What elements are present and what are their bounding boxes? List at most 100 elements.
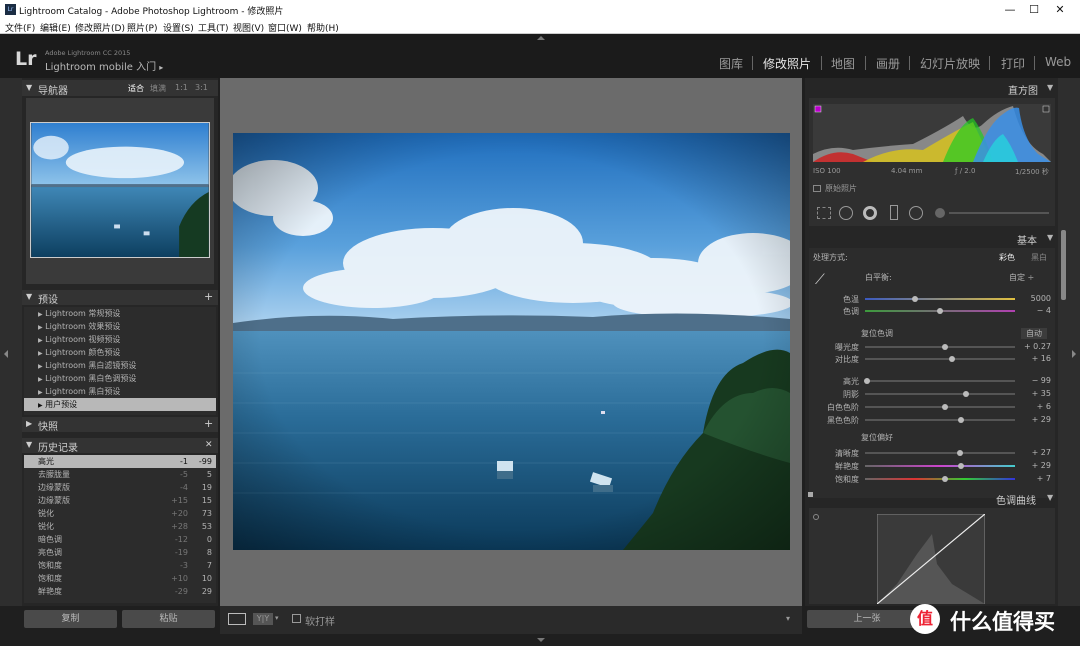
menu-settings[interactable]: 设置(S) [163,21,194,34]
zoom-1-1[interactable]: 1:1 [175,83,188,92]
preset-folder[interactable]: ▶ Lightroom 效果预设 [24,320,216,333]
module-print[interactable]: 打印 [1001,55,1025,72]
slider-track[interactable] [865,463,1015,469]
slider-knob[interactable] [958,417,964,423]
histogram-header[interactable]: 直方图 ▼ [805,80,1058,97]
collapse-top-icon[interactable] [537,36,545,40]
history-row-selected[interactable]: 高光 -1 -99 [24,455,216,468]
zoom-3-1[interactable]: 3:1 [195,83,208,92]
slider-knob[interactable] [911,296,918,302]
history-row[interactable]: 亮色调 -19 8 [24,546,216,559]
module-map[interactable]: 地图 [831,55,855,72]
history-row[interactable]: 去朦胧量 -5 5 [24,468,216,481]
copy-settings-button[interactable]: 复制 [24,610,117,628]
slider-knob[interactable] [958,463,964,469]
crop-tool-icon[interactable] [817,207,831,219]
tone-curve-graph[interactable] [877,514,985,604]
menu-view[interactable]: 视图(V) [233,21,264,34]
collapse-right-icon[interactable] [1072,350,1076,358]
slider-track[interactable] [863,378,1015,384]
radial-filter-icon[interactable] [909,206,923,220]
preset-folder[interactable]: ▶ Lightroom 黑白色调预设 [24,372,216,385]
module-book[interactable]: 画册 [876,55,900,72]
slider-track[interactable] [865,391,1015,397]
menu-help[interactable]: 帮助(H) [307,21,339,34]
menu-edit[interactable]: 编辑(E) [40,21,71,34]
history-row[interactable]: 边缘蒙版 -4 19 [24,481,216,494]
identity-mobile[interactable]: Lightroom mobile 入门 ▸ [45,58,163,73]
slider-track[interactable] [865,356,1015,362]
reset-tone-label[interactable]: 复位色调 [861,328,893,339]
history-row[interactable]: 暗色调 -12 0 [24,533,216,546]
module-library[interactable]: 图库 [719,55,743,72]
slider-knob[interactable] [941,476,948,482]
history-row[interactable]: 饱和度 +10 10 [24,572,216,585]
slider-knob[interactable] [937,308,943,314]
history-row[interactable]: 鲜艳度 -29 29 [24,585,216,598]
slider-track[interactable] [865,450,1015,456]
slider-knob[interactable] [962,391,969,397]
slider-knob[interactable] [863,378,870,384]
basic-header[interactable]: 基本 ▼ [805,230,1058,247]
add-snapshot-button[interactable]: + [204,417,213,430]
tone-curve-header[interactable]: 色调曲线 ▼ [805,490,1058,507]
softproof-checkbox[interactable] [292,614,301,623]
menu-photo[interactable]: 照片(P) [127,21,157,34]
preset-folder-selected[interactable]: ▶ 用户预设 [24,398,216,411]
before-after-dropdown-icon[interactable]: ▾ [275,614,279,622]
collapse-bottom-icon[interactable] [537,638,545,642]
module-web[interactable]: Web [1045,55,1071,69]
spot-removal-icon[interactable] [839,206,853,220]
collapse-left-icon[interactable] [4,350,8,358]
slider-track[interactable] [865,308,1015,314]
graduated-filter-icon[interactable] [890,205,898,220]
slider-knob[interactable] [949,356,955,362]
loupe-view-icon[interactable] [228,613,246,625]
treatment-bw[interactable]: 黑白 [1031,252,1047,263]
adjustment-brush-icon[interactable] [935,208,945,218]
curve-target-icon[interactable] [808,492,813,497]
history-row[interactable]: 边缘蒙版 +15 15 [24,494,216,507]
slider-track[interactable] [865,476,1015,482]
history-row[interactable]: 锐化 +28 53 [24,520,216,533]
original-photo-checkbox[interactable] [813,185,821,192]
module-slideshow[interactable]: 幻灯片放映 [920,55,980,72]
menu-develop[interactable]: 修改照片(D) [75,21,125,34]
reset-presence-label[interactable]: 复位偏好 [861,432,893,443]
slider-knob[interactable] [956,450,963,456]
histogram-graph[interactable] [813,104,1051,162]
paste-settings-button[interactable]: 粘贴 [122,610,215,628]
menu-window[interactable]: 窗口(W) [268,21,302,34]
preset-folder[interactable]: ▶ Lightroom 颜色预设 [24,346,216,359]
right-scrollbar[interactable] [1061,230,1066,300]
redeye-icon[interactable] [863,206,877,220]
preset-folder[interactable]: ▶ Lightroom 视频预设 [24,333,216,346]
wb-eyedropper-icon[interactable]: ⟋ [815,272,833,290]
zoom-fit[interactable]: 适合 [128,83,144,94]
add-preset-button[interactable]: + [204,290,213,303]
slider-knob[interactable] [941,404,948,410]
clear-history-button[interactable]: ✕ [205,440,213,450]
history-header[interactable]: ▼ 历史记录 ✕ [22,438,218,454]
slider-track[interactable] [865,417,1015,423]
snapshots-header[interactable]: ▶ 快照 + [22,417,218,433]
close-button[interactable]: ✕ [1037,2,1080,18]
navigator-header[interactable]: ▼ 导航器 适合 填满 1:1 3:1 [22,80,218,97]
preset-folder[interactable]: ▶ Lightroom 黑白滤镜预设 [24,359,216,372]
brush-slider[interactable] [949,212,1049,214]
zoom-fill[interactable]: 填满 [150,83,166,94]
menu-file[interactable]: 文件(F) [5,21,35,34]
treatment-color[interactable]: 彩色 [999,252,1015,263]
presets-header[interactable]: ▼ 预设 + [22,290,218,306]
before-after-icon[interactable]: Y|Y [253,613,273,625]
target-adjust-icon[interactable] [813,514,819,520]
toolbar-menu-icon[interactable]: ▾ [786,614,790,623]
preset-folder[interactable]: ▶ Lightroom 常规预设 [24,307,216,320]
module-develop[interactable]: 修改照片 [763,55,811,72]
previous-button[interactable]: 上一张 [807,610,927,628]
slider-track[interactable] [865,344,1015,350]
history-row[interactable]: 饱和度 -3 7 [24,559,216,572]
slider-track[interactable] [865,296,1015,302]
slider-track[interactable] [865,404,1015,410]
slider-knob[interactable] [941,344,948,350]
